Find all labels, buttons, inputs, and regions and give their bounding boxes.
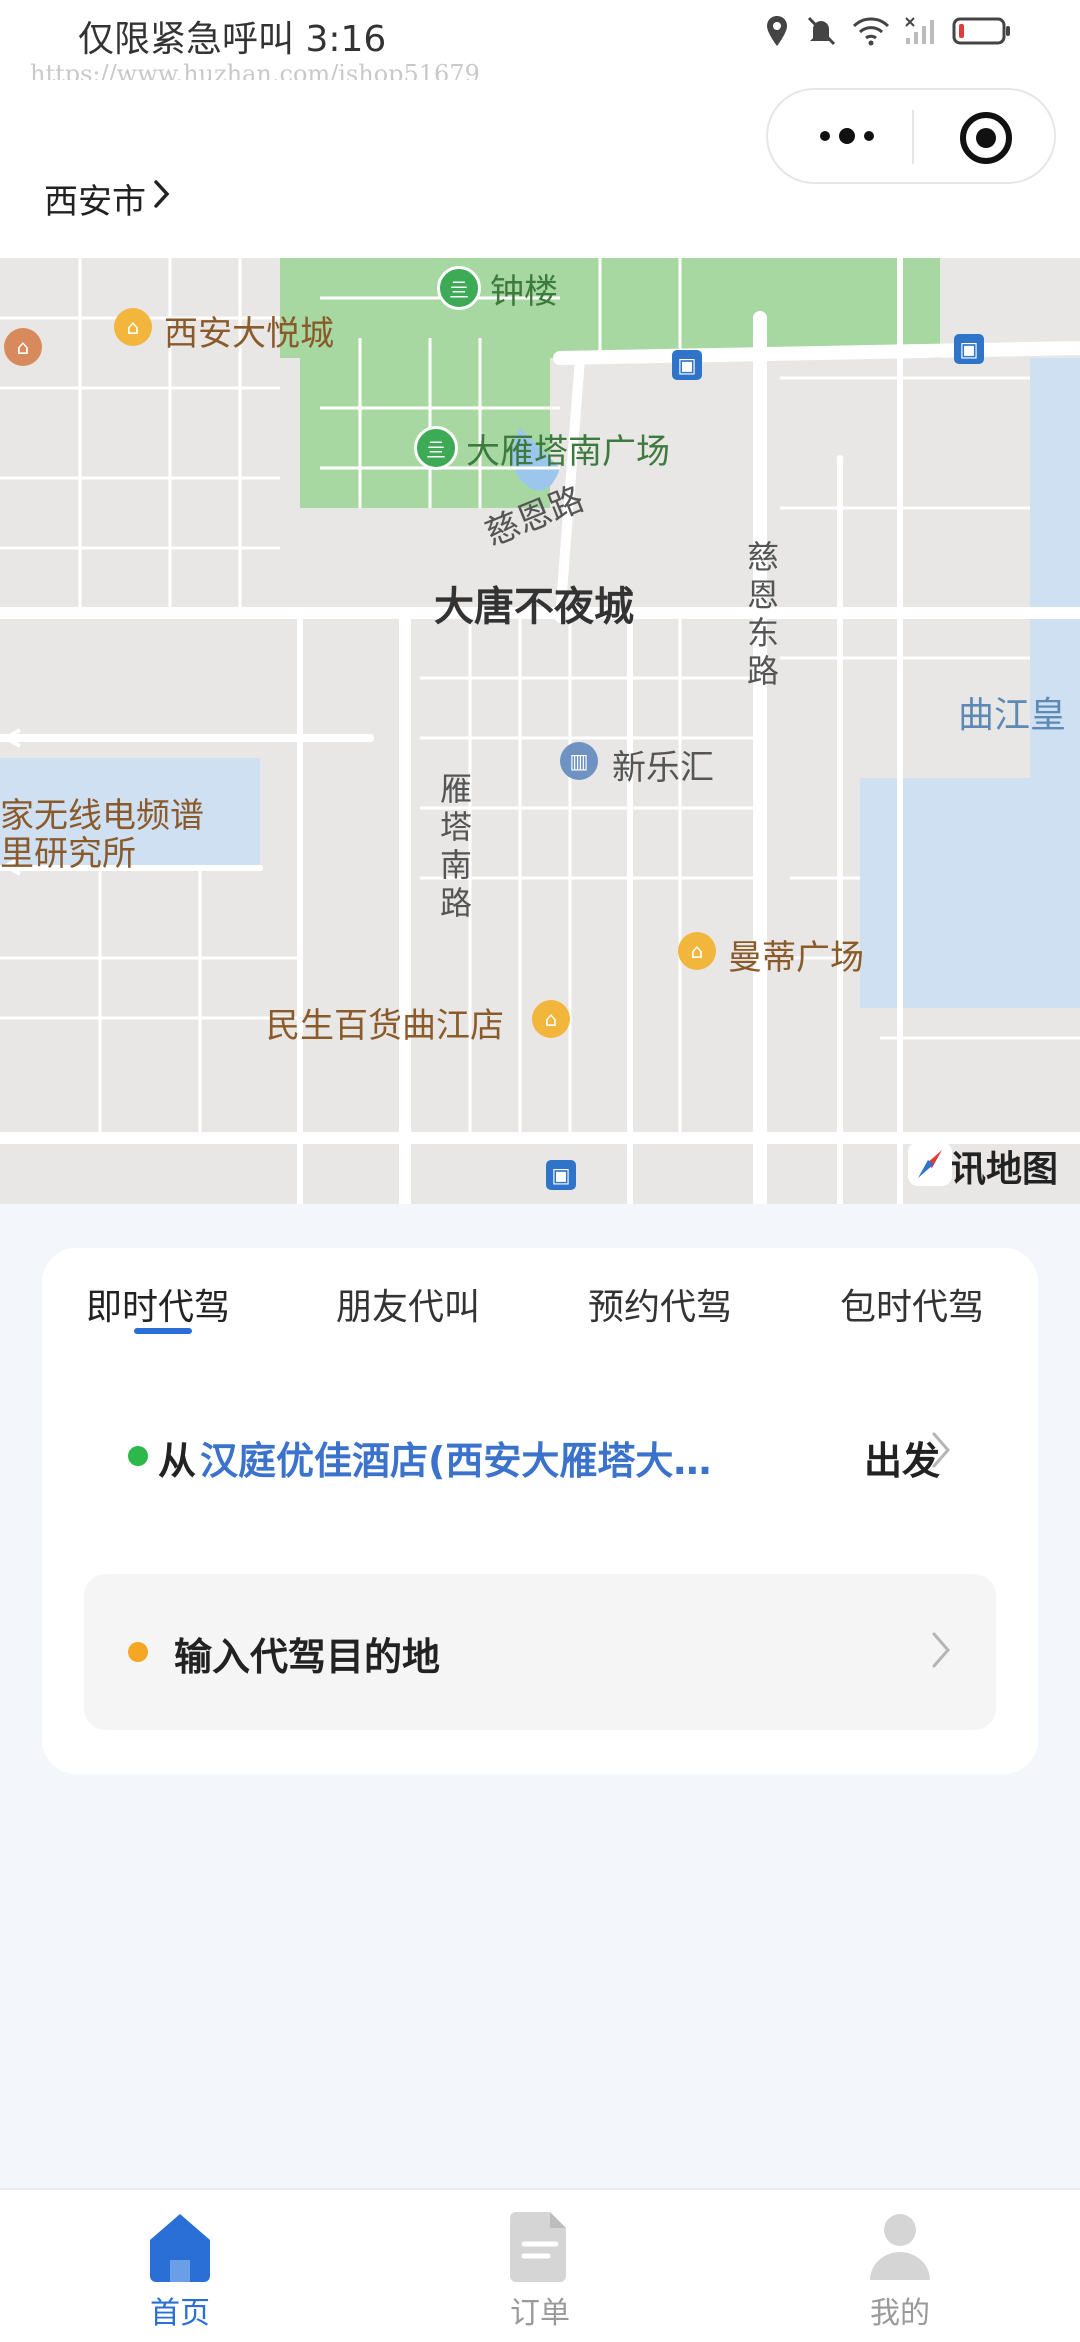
nav-profile-label: 我的: [870, 2296, 930, 2331]
label-char: 恩: [746, 576, 779, 614]
nav-profile[interactable]: 我的: [830, 2208, 970, 2332]
more-icon[interactable]: [812, 116, 882, 156]
destination-input[interactable]: 输入代驾目的地: [174, 1626, 440, 1681]
start-location-row[interactable]: 从 汉庭优佳酒店(西安大雁塔大… 出发: [84, 1378, 996, 1534]
label-char: 慈: [746, 538, 779, 576]
label-qujiang: 曲江皇: [958, 695, 1067, 736]
chevron-right-icon: [932, 1432, 950, 1468]
destination-row[interactable]: 输入代驾目的地: [84, 1574, 996, 1730]
tab-friend[interactable]: 朋友代叫: [336, 1278, 480, 1330]
label-char: 东: [746, 614, 779, 652]
label-datang: 大唐不夜城: [434, 584, 634, 630]
active-tab-indicator: [134, 1328, 192, 1334]
nav-home-label: 首页: [150, 2296, 210, 2331]
from-prefix: 从: [158, 1439, 197, 1483]
building-icon: ▥: [560, 742, 598, 780]
nav-home[interactable]: 首页: [110, 2208, 250, 2332]
shopping-icon: ⌂: [114, 308, 152, 346]
status-icons: [764, 14, 1012, 52]
shopping-icon: ⌂: [532, 1000, 570, 1038]
tab-instant[interactable]: 即时代驾: [86, 1278, 230, 1330]
target-icon[interactable]: [958, 110, 1014, 166]
status-bar: 仅限紧急呼叫 3:16 https://www.huzhan.com/ishop…: [0, 0, 1080, 88]
booking-card: 即时代驾 朋友代叫 预约代驾 包时代驾 从 汉庭优佳酒店(西安大雁塔大… 出发 …: [42, 1248, 1038, 1774]
capsule-divider: [912, 110, 914, 164]
header: 西安市: [0, 80, 1080, 258]
label-char: 路: [746, 652, 779, 690]
depart-label: 出发: [864, 1439, 941, 1483]
label-yanta-road: 雁 塔 南 路: [436, 770, 476, 922]
city-name: 西安市: [44, 182, 146, 222]
profile-icon: [862, 2208, 938, 2284]
landmark-icon: 亖: [414, 426, 458, 470]
label-dayanta-square: 大雁塔南广场: [466, 432, 670, 472]
status-text: 仅限紧急呼叫 3:16: [78, 19, 387, 60]
bus-stop-icon[interactable]: ▣: [672, 350, 702, 380]
bus-stop-icon[interactable]: ▣: [954, 334, 984, 364]
wifi-icon: [852, 16, 890, 50]
label-cien-east-road: 慈 恩 东 路: [743, 538, 783, 690]
start-location-text: 汉庭优佳酒店(西安大雁塔大…: [200, 1439, 712, 1483]
landmark-icon: 亖: [437, 266, 481, 310]
tab-hourly[interactable]: 包时代驾: [840, 1278, 984, 1330]
mute-icon: [804, 14, 838, 52]
bus-stop-icon[interactable]: ▣: [546, 1160, 576, 1190]
map-logo: 腾讯地图: [906, 1140, 1058, 1192]
label-char: 路: [439, 884, 472, 922]
label-minsheng: 民生百货曲江店: [266, 1006, 504, 1046]
location-icon: [764, 14, 790, 52]
label-mandi: 曼蒂广场: [728, 938, 864, 978]
battery-icon: [952, 16, 1012, 50]
label-char: 雁: [439, 770, 472, 808]
label-char: 塔: [439, 808, 472, 846]
mini-program-capsule: [766, 88, 1056, 184]
order-icon: [502, 2208, 578, 2284]
start-dot: [128, 1446, 148, 1466]
chevron-right-icon: [152, 178, 172, 219]
home-icon: [142, 2208, 218, 2284]
bottom-nav: 首页 订单 我的: [0, 2188, 1080, 2342]
nav-orders[interactable]: 订单: [470, 2208, 610, 2332]
end-dot: [128, 1642, 148, 1662]
label-zhonglou: 钟楼: [490, 272, 558, 312]
label-radio-2: 里研究所: [0, 834, 136, 874]
chevron-right-icon: [932, 1632, 950, 1668]
map-view[interactable]: 亖 钟楼 ⌂ 西安大悦城 ⌂ ▣ ▣ ▣ 亖 大雁塔南广场 慈恩路 大唐不夜城 …: [0, 258, 1080, 1204]
city-selector[interactable]: 西安市: [44, 174, 172, 223]
label-xinlehui: 新乐汇: [612, 748, 714, 788]
nav-orders-label: 订单: [510, 2296, 570, 2331]
tab-reserve[interactable]: 预约代驾: [588, 1278, 732, 1330]
signal-icon: [904, 16, 938, 50]
shopping-icon: ⌂: [678, 932, 716, 970]
label-dayuecheng: 西安大悦城: [164, 314, 334, 354]
restaurant-icon: ⌂: [4, 328, 42, 366]
label-char: 南: [439, 846, 472, 884]
map-canvas: [0, 258, 1080, 1204]
